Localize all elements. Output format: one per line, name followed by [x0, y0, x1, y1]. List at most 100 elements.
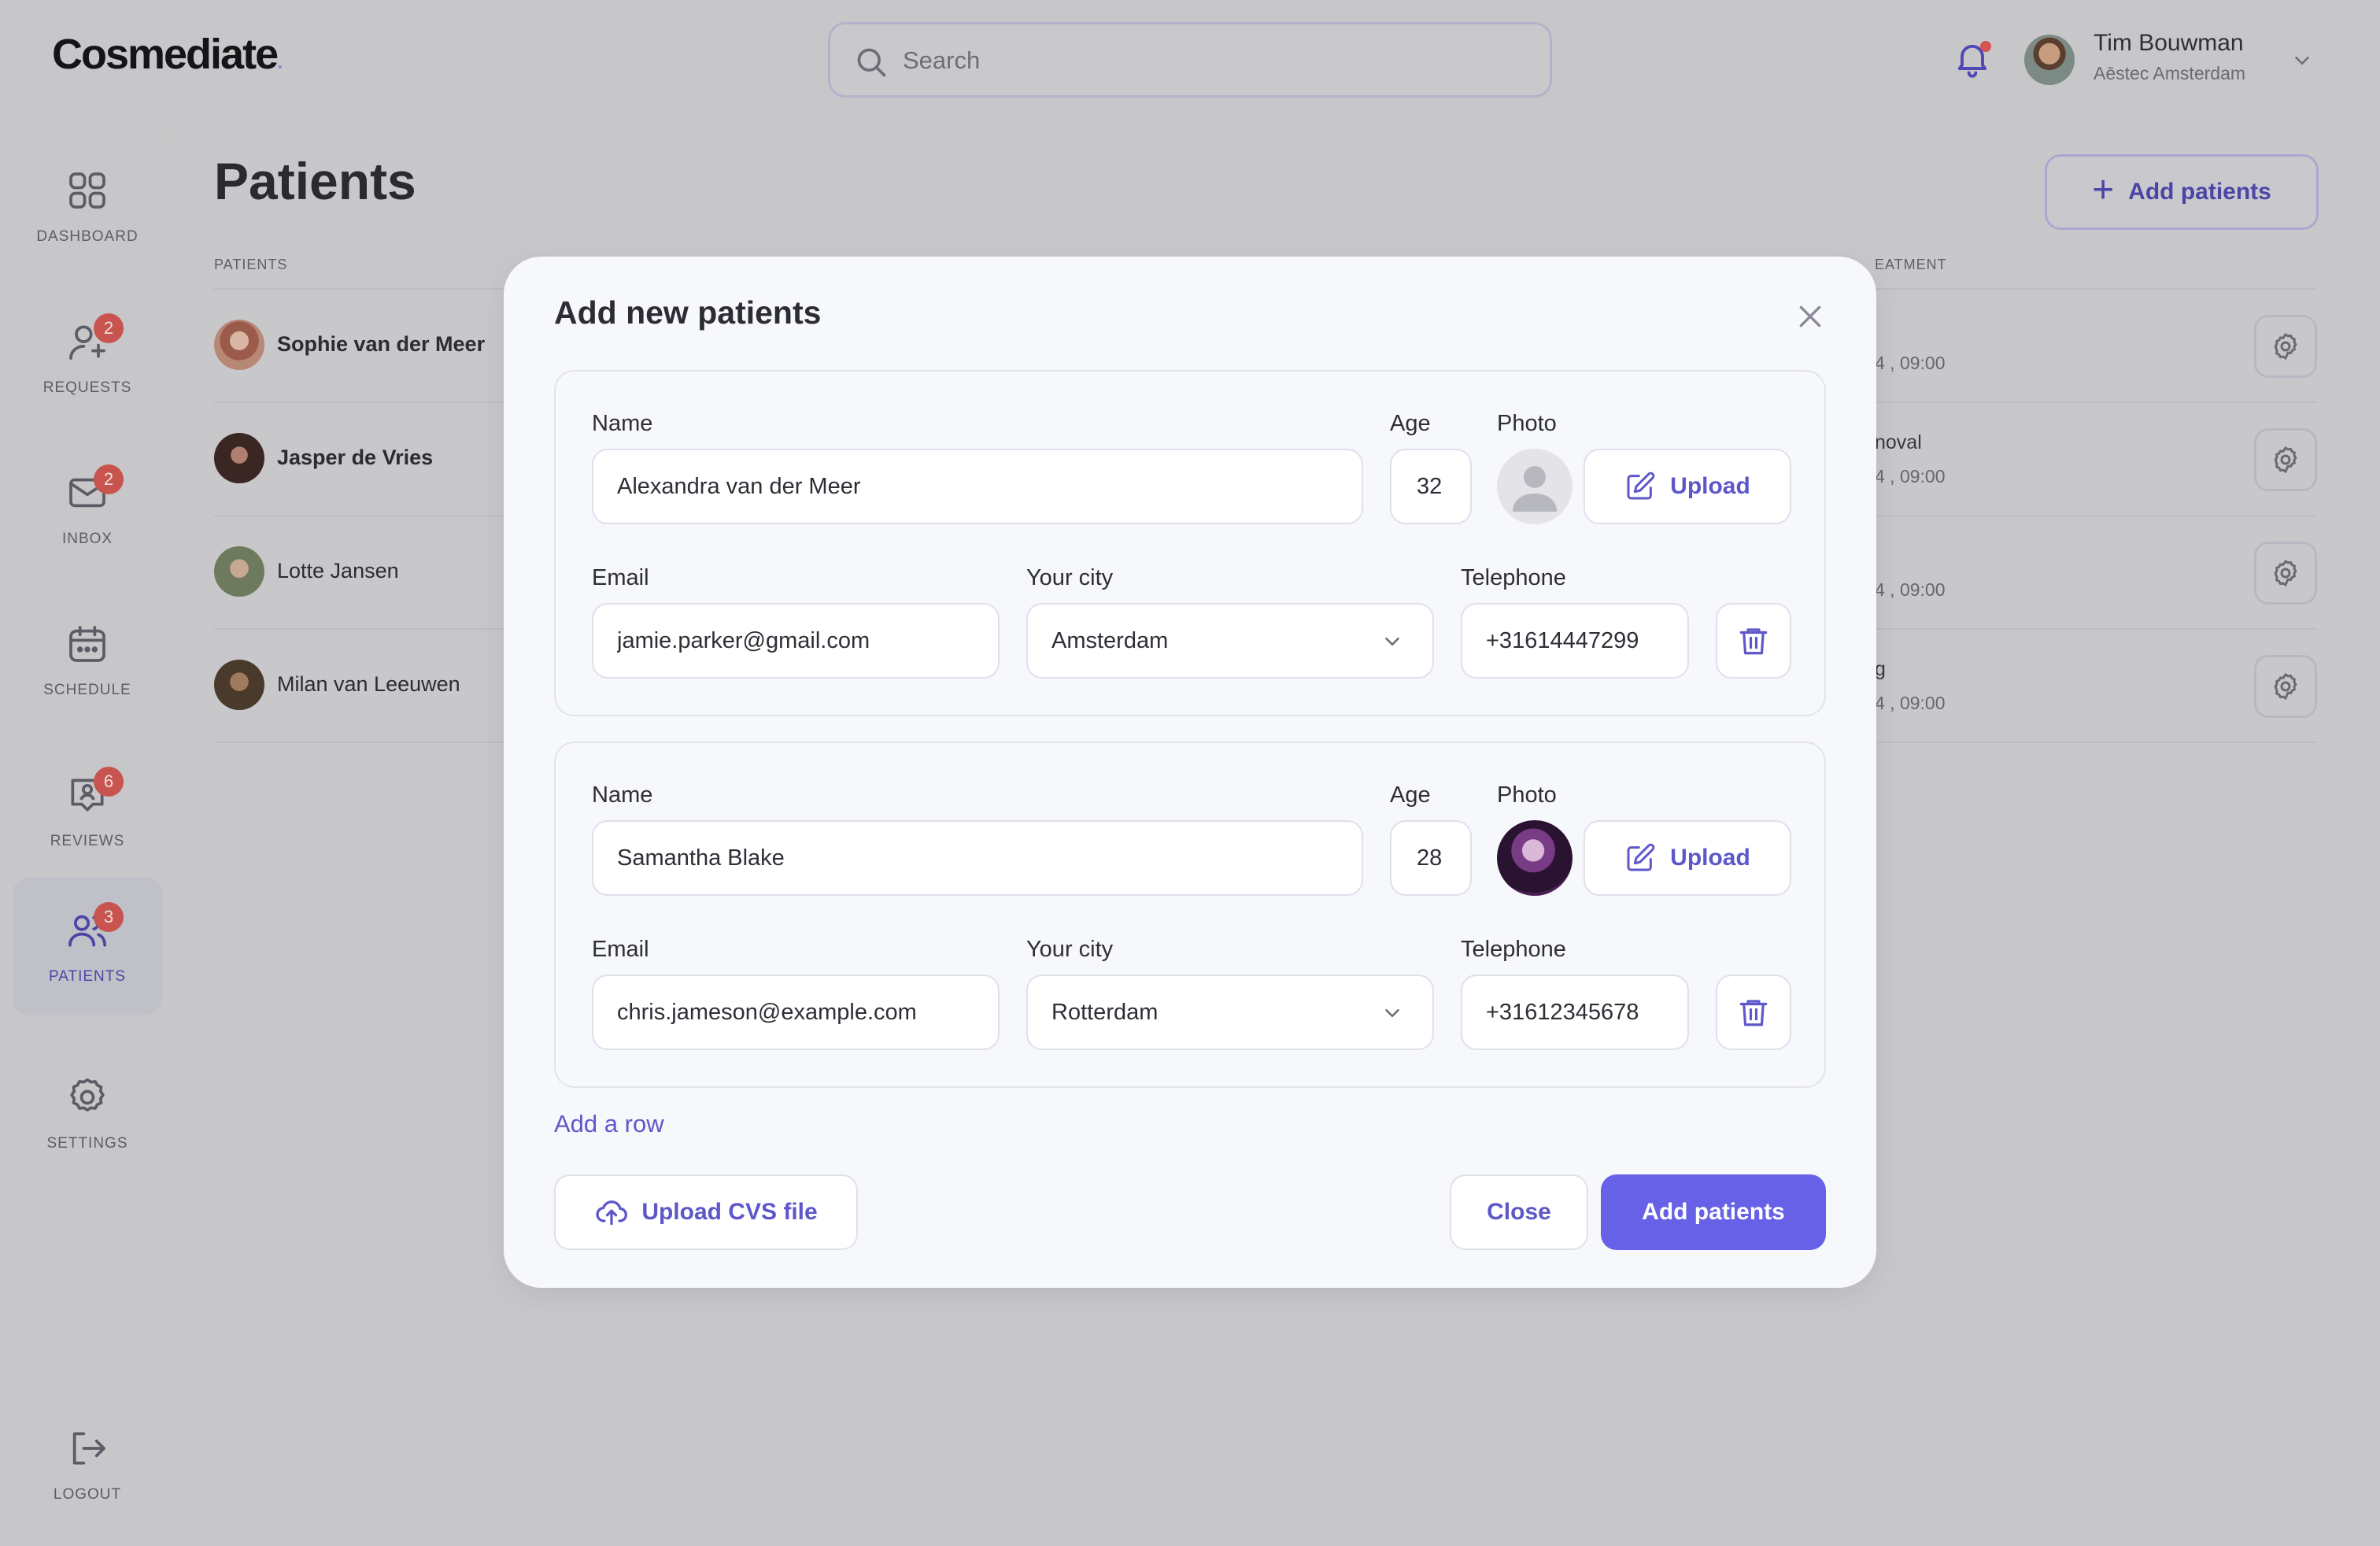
sidebar-item-reviews[interactable]: 6 REVIEWS: [13, 742, 162, 880]
patient-name: Milan van Leeuwen: [277, 672, 460, 696]
notification-dot: [1980, 41, 1991, 52]
age-label: Age: [1390, 782, 1431, 808]
city-value: Rotterdam: [1051, 1000, 1159, 1025]
sidebar: DASHBOARD 2 REQUESTS 2 INBOX SCHEDULE 6 …: [0, 118, 165, 1546]
sidebar-item-schedule[interactable]: SCHEDULE: [13, 590, 162, 729]
row-settings-button[interactable]: [2254, 655, 2317, 718]
add-patients-modal: Add new patients Name Age Photo Upload E…: [504, 257, 1876, 1288]
upload-photo-button[interactable]: Upload: [1584, 449, 1791, 524]
avatar: [214, 546, 264, 597]
close-button[interactable]: Close: [1450, 1174, 1588, 1250]
add-row-link[interactable]: Add a row: [554, 1110, 664, 1138]
user-organization: Aēstec Amsterdam: [2094, 63, 2246, 83]
chevron-down-icon[interactable]: [2290, 49, 2314, 72]
modal-close-button[interactable]: [1788, 294, 1832, 338]
modal-title: Add new patients: [554, 294, 822, 331]
treatment-date: 4 , 09:00: [1875, 353, 1946, 373]
logout-icon: [72, 1432, 105, 1465]
search-box[interactable]: [828, 22, 1552, 98]
sidebar-item-label: LOGOUT: [53, 1486, 122, 1503]
telephone-label: Telephone: [1461, 565, 1566, 590]
telephone-label: Telephone: [1461, 937, 1566, 962]
column-header-patients[interactable]: PATIENTS: [214, 257, 287, 273]
edit-icon: [1627, 843, 1655, 871]
grid-icon: [69, 172, 105, 209]
calendar-icon: [69, 626, 105, 662]
trash-icon: [1739, 1000, 1768, 1026]
city-select[interactable]: Amsterdam: [1026, 603, 1434, 679]
patient-name: Jasper de Vries: [277, 446, 434, 469]
name-input[interactable]: [592, 820, 1363, 896]
row-settings-button[interactable]: [2254, 542, 2317, 605]
app-logo[interactable]: Cosmediate.: [52, 30, 283, 79]
sidebar-item-label: PATIENTS: [48, 968, 127, 985]
sidebar-item-inbox[interactable]: 2 INBOX: [13, 439, 162, 578]
telephone-input[interactable]: [1461, 975, 1689, 1050]
photo-label: Photo: [1497, 782, 1557, 808]
sidebar-item-dashboard[interactable]: DASHBOARD: [13, 137, 162, 276]
age-label: Age: [1390, 411, 1431, 436]
sidebar-item-label: SETTINGS: [46, 1135, 128, 1152]
upload-photo-button[interactable]: Upload: [1584, 820, 1791, 896]
name-input[interactable]: [592, 449, 1363, 524]
close-icon: [1799, 305, 1821, 327]
name-label: Name: [592, 411, 653, 436]
email-input[interactable]: [592, 975, 1000, 1050]
requests-badge: 2: [94, 313, 124, 343]
patient-name: Sophie van der Meer: [277, 332, 486, 356]
column-header-treatment[interactable]: EATMENT: [1875, 257, 1947, 273]
page-title: Patients: [214, 152, 416, 210]
add-patients-submit-button[interactable]: Add patients: [1601, 1174, 1826, 1250]
telephone-input[interactable]: [1461, 603, 1689, 679]
gear-icon: [2274, 332, 2297, 361]
top-bar: Cosmediate. Tim Bouwman Aēstec Amsterdam: [0, 0, 2380, 118]
delete-row-button[interactable]: [1716, 603, 1791, 679]
photo-placeholder: [1497, 449, 1572, 524]
gear-icon: [70, 1078, 105, 1111]
reviews-badge: 6: [94, 767, 124, 797]
treatment-date: 4 , 09:00: [1875, 693, 1946, 713]
age-input[interactable]: [1390, 820, 1472, 896]
gear-icon: [2274, 672, 2297, 701]
user-avatar[interactable]: [2024, 35, 2075, 85]
upload-csv-button[interactable]: Upload CVS file: [554, 1174, 858, 1250]
city-label: Your city: [1026, 565, 1114, 590]
gear-icon: [2274, 446, 2297, 474]
plus-icon: +: [2092, 169, 2115, 211]
sidebar-item-label: REQUESTS: [42, 379, 132, 396]
email-input[interactable]: [592, 603, 1000, 679]
treatment-name: noval: [1875, 431, 1922, 453]
patient-entry-card: Name Age Photo Upload Email Your city Ro…: [554, 742, 1826, 1088]
inbox-badge: 2: [94, 464, 124, 494]
delete-row-button[interactable]: [1716, 975, 1791, 1050]
chevron-down-icon: [1385, 1009, 1399, 1018]
sidebar-item-settings[interactable]: SETTINGS: [13, 1044, 162, 1182]
user-silhouette-icon: [1513, 466, 1557, 512]
notifications-button[interactable]: [1952, 38, 1993, 79]
sidebar-item-requests[interactable]: 2 REQUESTS: [13, 288, 162, 427]
row-settings-button[interactable]: [2254, 315, 2317, 378]
edit-icon: [1627, 472, 1655, 500]
age-input[interactable]: [1390, 449, 1472, 524]
avatar: [214, 433, 264, 483]
sidebar-item-patients[interactable]: 3 PATIENTS: [13, 877, 162, 1015]
city-label: Your city: [1026, 937, 1114, 962]
city-select[interactable]: Rotterdam: [1026, 975, 1434, 1050]
search-icon: [857, 48, 886, 77]
user-name[interactable]: Tim Bouwman: [2094, 30, 2244, 57]
email-label: Email: [592, 565, 649, 590]
chevron-down-icon: [1385, 638, 1399, 646]
patients-badge: 3: [94, 902, 124, 932]
row-settings-button[interactable]: [2254, 428, 2317, 491]
sidebar-item-label: INBOX: [61, 531, 113, 547]
sidebar-item-logout[interactable]: LOGOUT: [13, 1395, 162, 1533]
sidebar-item-label: REVIEWS: [50, 833, 125, 849]
gear-icon: [2274, 559, 2297, 587]
photo-label: Photo: [1497, 411, 1557, 436]
cloud-upload-icon: [596, 1200, 628, 1226]
name-label: Name: [592, 782, 653, 808]
search-input[interactable]: [903, 35, 1517, 86]
treatment-date: 4 , 09:00: [1875, 579, 1946, 600]
email-label: Email: [592, 937, 649, 962]
add-patients-button[interactable]: + Add patients: [2045, 154, 2319, 230]
